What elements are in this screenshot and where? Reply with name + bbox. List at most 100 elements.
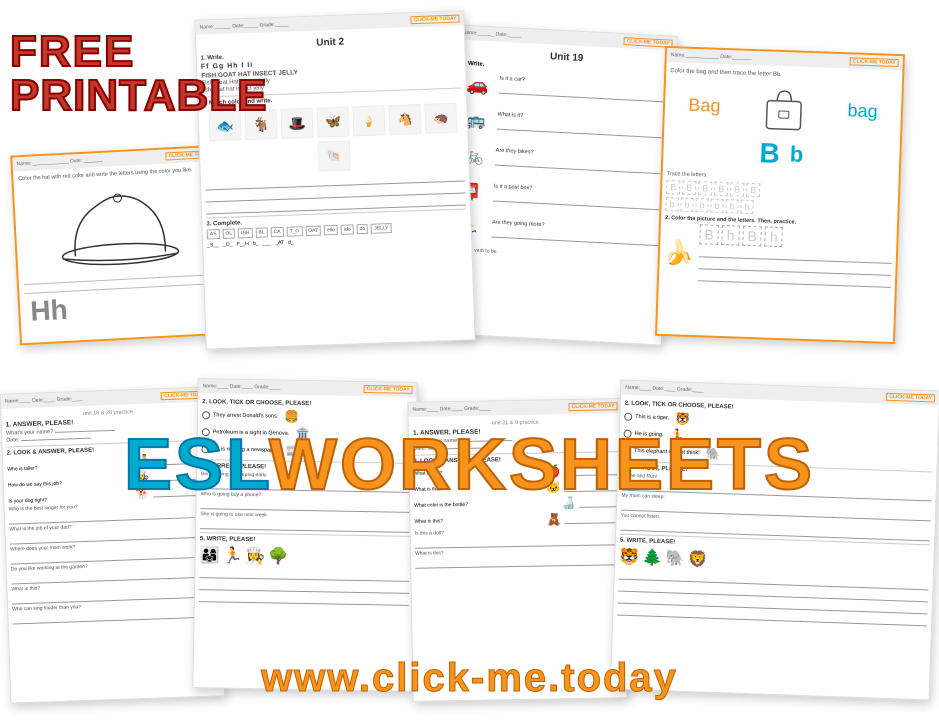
- lt2-wi1: 🐯: [619, 547, 640, 568]
- ws-unit2-click-badge: CLICK-ME TODAY: [411, 15, 460, 25]
- banana-emoji: 🍌: [663, 238, 694, 268]
- trace-b6: b: [740, 200, 753, 214]
- a2-q4-line: [564, 513, 619, 524]
- lt1-write-line3: [199, 592, 409, 606]
- ws-hat-body: Color the hat with red color and write t…: [13, 161, 225, 300]
- unit2-img-jelly: 🍦: [352, 105, 385, 136]
- lt1-wi1: 👨‍👩‍👧: [199, 545, 219, 565]
- lt1-cb1: [202, 411, 210, 419]
- lt2-wi4: 🦁: [688, 549, 709, 570]
- ws-bag-letters: B b: [667, 134, 896, 174]
- ci-10: do: [356, 224, 368, 234]
- lt2-item1-img: 🐯: [675, 411, 690, 426]
- ws-answer1-header-text: Name:____ Date:____ Grade:____: [5, 396, 83, 405]
- a2-q4: What is this? 🧸: [414, 511, 619, 529]
- unit19-row2: 🚌 What is it?: [457, 105, 668, 146]
- prac-h1: h: [721, 225, 739, 246]
- letter-B: B: [759, 137, 780, 170]
- lt1-item1-img: 🍔: [284, 410, 299, 424]
- ws-looktick1-badge: CLICK-ME TODAY: [364, 385, 413, 394]
- worksheet-unit19: Name:______ Date:_____ CLICK-ME TODAY Un…: [442, 24, 678, 345]
- worksheets-text: WORKSHEETS: [269, 425, 815, 505]
- unit19-q4-lines: Is it a post box?: [493, 184, 665, 213]
- writing-lines-hat: [24, 267, 221, 294]
- letter-b: b: [789, 141, 803, 167]
- ci-6: T_G: [286, 226, 302, 237]
- ws-bag-header-text: Name:____________ Date:_______: [671, 52, 752, 61]
- lt1-c3-line: [200, 519, 410, 533]
- ws-unit19-header-text: Name:______ Date:_____: [463, 30, 522, 39]
- esl-text: ESL: [124, 425, 269, 505]
- prac-h2: h: [765, 227, 783, 248]
- lt1-wi2: 🏃: [222, 546, 242, 566]
- unit19-row3: 🚲 Are they bikes?: [456, 141, 667, 182]
- free-text: FREE: [10, 30, 268, 74]
- ws-looktick2-header-text: Name:____ Date:____ Grade:____: [625, 385, 703, 394]
- bag-word-orange: Bag: [688, 94, 721, 116]
- ci-8: ello: [324, 225, 338, 235]
- unit19-row4: 📮 Is it a post box?: [454, 177, 665, 218]
- unit2-img-extra3: 🐚: [318, 140, 351, 171]
- prac-B2: B: [742, 226, 762, 247]
- lt2-cb1: [624, 413, 632, 421]
- unit19-q2-lines: What is it?: [497, 112, 669, 141]
- unit2-img-insect: 🦋: [316, 106, 349, 137]
- bag-image-container: [758, 82, 810, 134]
- ci-11: JELLY: [371, 223, 392, 234]
- trace-b4: b: [710, 199, 723, 213]
- lt1-wi4: 🌳: [268, 546, 288, 566]
- ws-bag-click-badge: CLICK-ME TODAY: [850, 57, 899, 67]
- hat-image: [52, 179, 186, 271]
- trace-B3: B: [698, 181, 712, 195]
- ws-bag-words: Bag bag: [668, 79, 898, 137]
- ci-4: BL: [255, 227, 267, 237]
- lt2-wi3: 🐘: [665, 548, 686, 569]
- lt1-wi3: 👩‍🍳: [245, 546, 265, 566]
- prac-B1: B: [699, 224, 719, 245]
- trace-B1: B: [666, 180, 680, 194]
- unit19-q1-lines: Is it a car?: [499, 76, 671, 105]
- lt2-wi2: 🌲: [642, 547, 663, 568]
- unit2-img-hat: 🎩: [280, 108, 313, 139]
- unit2-answer-lines: [205, 171, 466, 214]
- unit19-q3-lines: Are they bikes?: [495, 148, 667, 177]
- website-url: www.click-me.today: [0, 656, 939, 701]
- ws-looktick1-title: 2. LOOK, TICK OR CHOOSE, PLEASE!: [202, 399, 412, 409]
- ws-looktick1-header-text: Name:____ Date:____ Grade:____: [203, 383, 281, 390]
- ci-1: AS: [207, 229, 220, 239]
- ws-bag-practice: B h B h: [698, 224, 893, 290]
- worksheet-hat: Name: _____________ Date: _______ CLICK-…: [10, 145, 230, 346]
- worksheet-bag: Name:____________ Date:_______ CLICK-ME …: [655, 46, 905, 344]
- a2-q4-text: What is this?: [414, 517, 543, 525]
- a2-q6-line: [415, 555, 620, 569]
- ws-lt1-write-imgs: 👨‍👩‍👧 🏃 👩‍🍳 🌳: [199, 545, 409, 569]
- ci-5: CA: [270, 227, 283, 237]
- bag-word-blue: bag: [847, 100, 878, 122]
- letter-hh: Hh: [30, 294, 69, 328]
- unit19-questions: 🚗 Is it a car? 🚌 What is it? 🚲 Are they …: [452, 69, 671, 254]
- ws-answer2-header-text: Name:____ Date:____ Grade:____: [412, 405, 490, 412]
- free-printable-label: FREE PRINTABLE: [10, 30, 268, 118]
- trace-b1: b: [665, 197, 678, 211]
- ci-2: OL: [222, 229, 235, 239]
- ws-looktick2-badge: CLICK-ME TODAY: [886, 393, 935, 403]
- esl-worksheets-title: ESLWORKSHEETS: [0, 429, 939, 501]
- unit2-img-extra2: 🦔: [424, 103, 457, 134]
- trace-b5: b: [725, 199, 738, 213]
- trace-B6: B: [746, 183, 760, 197]
- a2-q4-img: 🧸: [546, 512, 561, 526]
- trace-B5: B: [730, 182, 744, 196]
- ws-bag-content: Color the bag and then trace the letter …: [659, 62, 903, 294]
- trace-b2: b: [680, 198, 693, 212]
- ci-3: ISH: [238, 228, 253, 238]
- ws-bag-bottom: 🍌 B h B h: [663, 223, 893, 290]
- printable-text: PRINTABLE: [10, 74, 268, 118]
- lt2-item1-text: This is a tiger.: [635, 414, 669, 421]
- ws-answer2-badge: CLICK-ME TODAY: [569, 402, 618, 411]
- ws-unit19-content: Unit 19 1. Write. 🚗 Is it a car? 🚌 What …: [447, 39, 676, 267]
- ws-lt1-s5: 5. WRITE, PLEASE!: [200, 536, 410, 546]
- lt1-item1-text: They arrest Donald's sons.: [213, 412, 278, 419]
- ci-9: ido: [341, 224, 354, 234]
- trace-b3: b: [695, 198, 708, 212]
- trace-B4: B: [714, 182, 728, 196]
